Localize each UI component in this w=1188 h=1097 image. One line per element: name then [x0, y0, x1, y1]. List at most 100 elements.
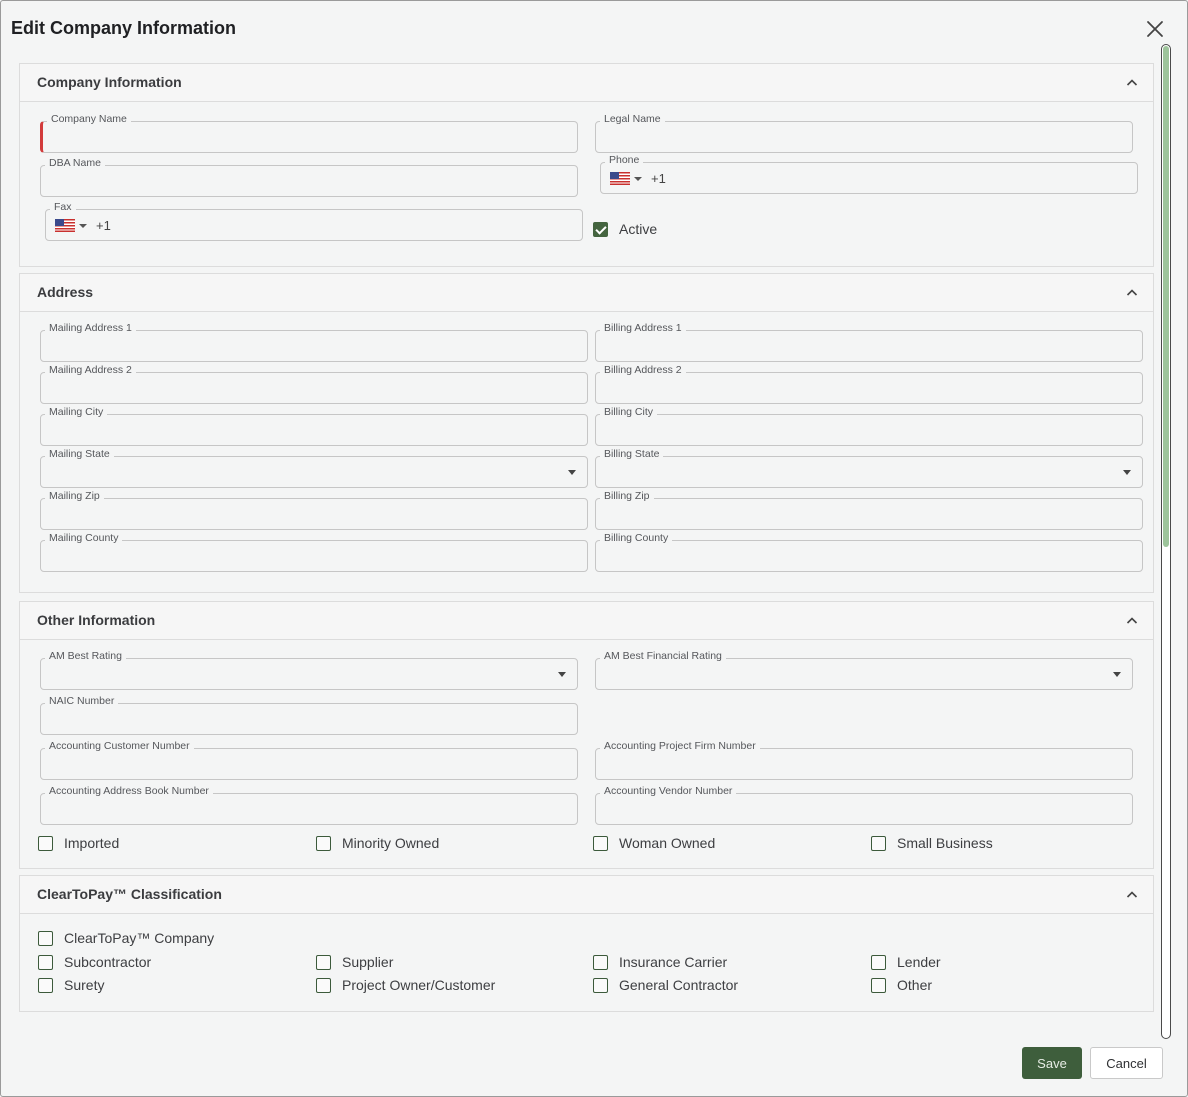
phone-input[interactable]: Phone +1	[600, 154, 1138, 194]
imported-checkbox[interactable]: Imported	[38, 835, 119, 851]
mailing-address-1-input[interactable]: Mailing Address 1	[40, 322, 588, 362]
active-label: Active	[619, 221, 658, 237]
dropdown-caret-icon[interactable]	[558, 672, 566, 677]
legal-name-label: Legal Name	[600, 113, 665, 125]
mailing-city-input[interactable]: Mailing City	[40, 406, 588, 446]
billing-address-1-input[interactable]: Billing Address 1	[595, 322, 1143, 362]
mailing-county-input[interactable]: Mailing County	[40, 532, 588, 572]
accounting-project-firm-number-input[interactable]: Accounting Project Firm Number	[595, 740, 1133, 780]
cancel-button[interactable]: Cancel	[1090, 1047, 1163, 1079]
field-label: Billing Zip	[600, 490, 654, 502]
chevron-up-icon[interactable]	[1125, 76, 1139, 90]
cleartopay-company-checkbox[interactable]: ClearToPay™ Company	[38, 930, 214, 946]
checkbox[interactable]	[593, 835, 608, 851]
checkbox-label: General Contractor	[619, 977, 739, 993]
classification-section: ClearToPay™ Classification ClearToPay™ C…	[19, 875, 1154, 1012]
checkbox-label: Lender	[897, 954, 941, 970]
accounting-vendor-number-input[interactable]: Accounting Vendor Number	[595, 785, 1133, 825]
accounting-address-book-number-input[interactable]: Accounting Address Book Number	[40, 785, 578, 825]
us-flag-icon[interactable]	[610, 172, 630, 185]
billing-zip-input[interactable]: Billing Zip	[595, 490, 1143, 530]
checkbox-checked[interactable]	[593, 221, 608, 237]
mailing-zip-input[interactable]: Mailing Zip	[40, 490, 588, 530]
checkbox[interactable]	[38, 954, 53, 970]
company-name-input[interactable]: Company Name	[40, 113, 578, 153]
am-best-rating-select[interactable]: AM Best Rating	[40, 650, 578, 690]
other-checkbox[interactable]: Other	[871, 977, 932, 993]
save-button[interactable]: Save	[1022, 1047, 1082, 1079]
classification-header[interactable]: ClearToPay™ Classification	[20, 876, 1153, 914]
subcontractor-checkbox[interactable]: Subcontractor	[38, 954, 151, 970]
checkbox[interactable]	[38, 930, 53, 946]
field-label: Billing County	[600, 532, 673, 544]
field-label: Mailing Address 1	[45, 322, 136, 334]
naic-number-input[interactable]: NAIC Number	[40, 695, 578, 735]
legal-name-input[interactable]: Legal Name	[595, 113, 1133, 153]
other-information-header[interactable]: Other Information	[20, 602, 1153, 640]
checkbox[interactable]	[38, 835, 53, 851]
checkbox-label: Project Owner/Customer	[342, 977, 496, 993]
billing-county-input[interactable]: Billing County	[595, 532, 1143, 572]
address-header[interactable]: Address	[20, 274, 1153, 312]
checkbox[interactable]	[316, 977, 331, 993]
company-name-label: Company Name	[47, 113, 131, 125]
checkbox[interactable]	[316, 954, 331, 970]
dropdown-caret-icon[interactable]	[568, 470, 576, 475]
section-title: Address	[37, 284, 94, 300]
phone-country-code: +1	[651, 171, 666, 186]
us-flag-icon[interactable]	[55, 219, 75, 232]
dropdown-caret-icon[interactable]	[1123, 470, 1131, 475]
field-label: Mailing Zip	[45, 490, 104, 502]
lender-checkbox[interactable]: Lender	[871, 954, 941, 970]
checkbox[interactable]	[593, 954, 608, 970]
billing-address-2-input[interactable]: Billing Address 2	[595, 364, 1143, 404]
field-label: Mailing Address 2	[45, 364, 136, 376]
accounting-customer-number-input[interactable]: Accounting Customer Number	[40, 740, 578, 780]
edit-company-dialog: Edit Company Information Company Informa…	[0, 0, 1188, 1097]
billing-state-select[interactable]: Billing State	[595, 448, 1143, 488]
woman-owned-checkbox[interactable]: Woman Owned	[593, 835, 715, 851]
country-dropdown-caret[interactable]	[79, 224, 87, 228]
checkbox[interactable]	[593, 977, 608, 993]
small-business-checkbox[interactable]: Small Business	[871, 835, 993, 851]
fax-label: Fax	[50, 201, 76, 213]
checkbox[interactable]	[871, 835, 886, 851]
scrollbar-thumb[interactable]	[1163, 46, 1169, 547]
dba-name-input[interactable]: DBA Name	[40, 157, 578, 197]
dba-name-label: DBA Name	[45, 157, 105, 169]
company-information-header[interactable]: Company Information	[20, 64, 1153, 102]
field-label: AM Best Rating	[45, 650, 126, 662]
section-title: Company Information	[37, 74, 182, 90]
field-label: Accounting Address Book Number	[45, 785, 213, 797]
mailing-state-select[interactable]: Mailing State	[40, 448, 588, 488]
dropdown-caret-icon[interactable]	[1113, 672, 1121, 677]
chevron-up-icon[interactable]	[1125, 614, 1139, 628]
insurance-carrier-checkbox[interactable]: Insurance Carrier	[593, 954, 727, 970]
phone-label: Phone	[605, 154, 644, 166]
general-contractor-checkbox[interactable]: General Contractor	[593, 977, 738, 993]
checkbox-label: Imported	[64, 835, 120, 851]
country-dropdown-caret[interactable]	[634, 177, 642, 181]
active-checkbox[interactable]: Active	[593, 221, 657, 237]
chevron-up-icon[interactable]	[1125, 286, 1139, 300]
project-owner-customer-checkbox[interactable]: Project Owner/Customer	[316, 977, 495, 993]
checkbox-label: Minority Owned	[342, 835, 440, 851]
am-best-financial-rating-select[interactable]: AM Best Financial Rating	[595, 650, 1133, 690]
checkbox[interactable]	[871, 954, 886, 970]
billing-city-input[interactable]: Billing City	[595, 406, 1143, 446]
checkbox[interactable]	[38, 977, 53, 993]
fax-input[interactable]: Fax +1	[45, 201, 583, 241]
minority-owned-checkbox[interactable]: Minority Owned	[316, 835, 439, 851]
field-label: Mailing City	[45, 406, 108, 418]
address-section: Address Mailing Address 1 Billing Addres…	[19, 273, 1154, 593]
checkbox-label: Insurance Carrier	[619, 954, 728, 970]
chevron-up-icon[interactable]	[1125, 888, 1139, 902]
supplier-checkbox[interactable]: Supplier	[316, 954, 393, 970]
checkbox[interactable]	[316, 835, 331, 851]
checkbox[interactable]	[871, 977, 886, 993]
mailing-address-2-input[interactable]: Mailing Address 2	[40, 364, 588, 404]
close-icon[interactable]	[1145, 19, 1165, 39]
section-title: Other Information	[37, 612, 156, 628]
surety-checkbox[interactable]: Surety	[38, 977, 104, 993]
vertical-scrollbar[interactable]	[1161, 44, 1171, 1039]
